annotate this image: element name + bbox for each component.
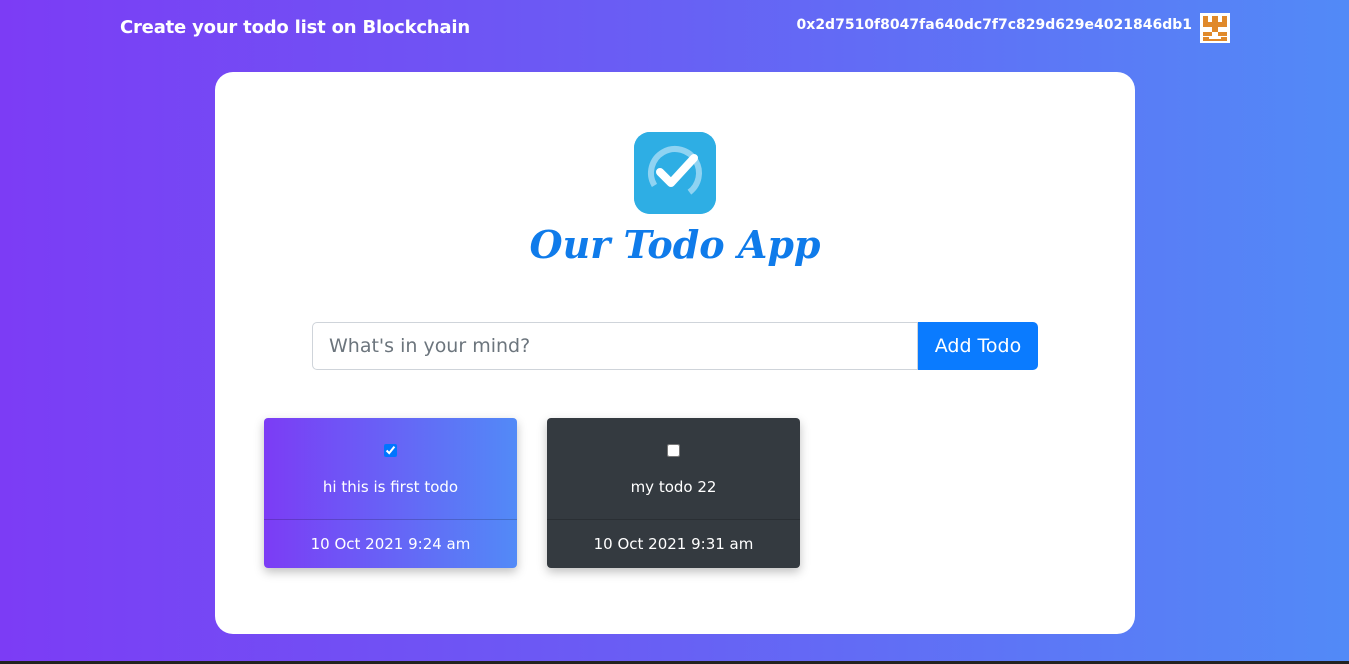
todo-card: hi this is first todo 10 Oct 2021 9:24 a…: [264, 418, 517, 568]
account-address: 0x2d7510f8047fa640dc7f7c829d629e4021846d…: [796, 17, 1192, 33]
todo-text: hi this is first todo: [322, 478, 459, 496]
add-todo-button[interactable]: Add Todo: [918, 322, 1038, 370]
todo-input[interactable]: [312, 322, 918, 370]
checkmark-circle-icon: [634, 132, 716, 214]
todo-date: 10 Oct 2021 9:31 am: [593, 535, 754, 553]
card-divider: [547, 519, 800, 520]
main-card: Our Todo App Add Todo hi this is first t…: [215, 72, 1135, 634]
card-divider: [264, 519, 517, 520]
todo-card: my todo 22 10 Oct 2021 9:31 am: [547, 418, 800, 568]
app-title: Our Todo App: [529, 222, 821, 267]
navbar: Create your todo list on Blockchain 0x2d…: [0, 0, 1349, 58]
add-todo-form: Add Todo: [312, 322, 1038, 370]
todo-text: my todo 22: [630, 478, 717, 496]
todo-checkbox[interactable]: [667, 444, 680, 457]
todo-checkbox[interactable]: [384, 444, 397, 457]
navbar-brand[interactable]: Create your todo list on Blockchain: [120, 17, 470, 38]
todo-date: 10 Oct 2021 9:24 am: [310, 535, 471, 553]
identicon-avatar-icon: [1200, 13, 1230, 43]
